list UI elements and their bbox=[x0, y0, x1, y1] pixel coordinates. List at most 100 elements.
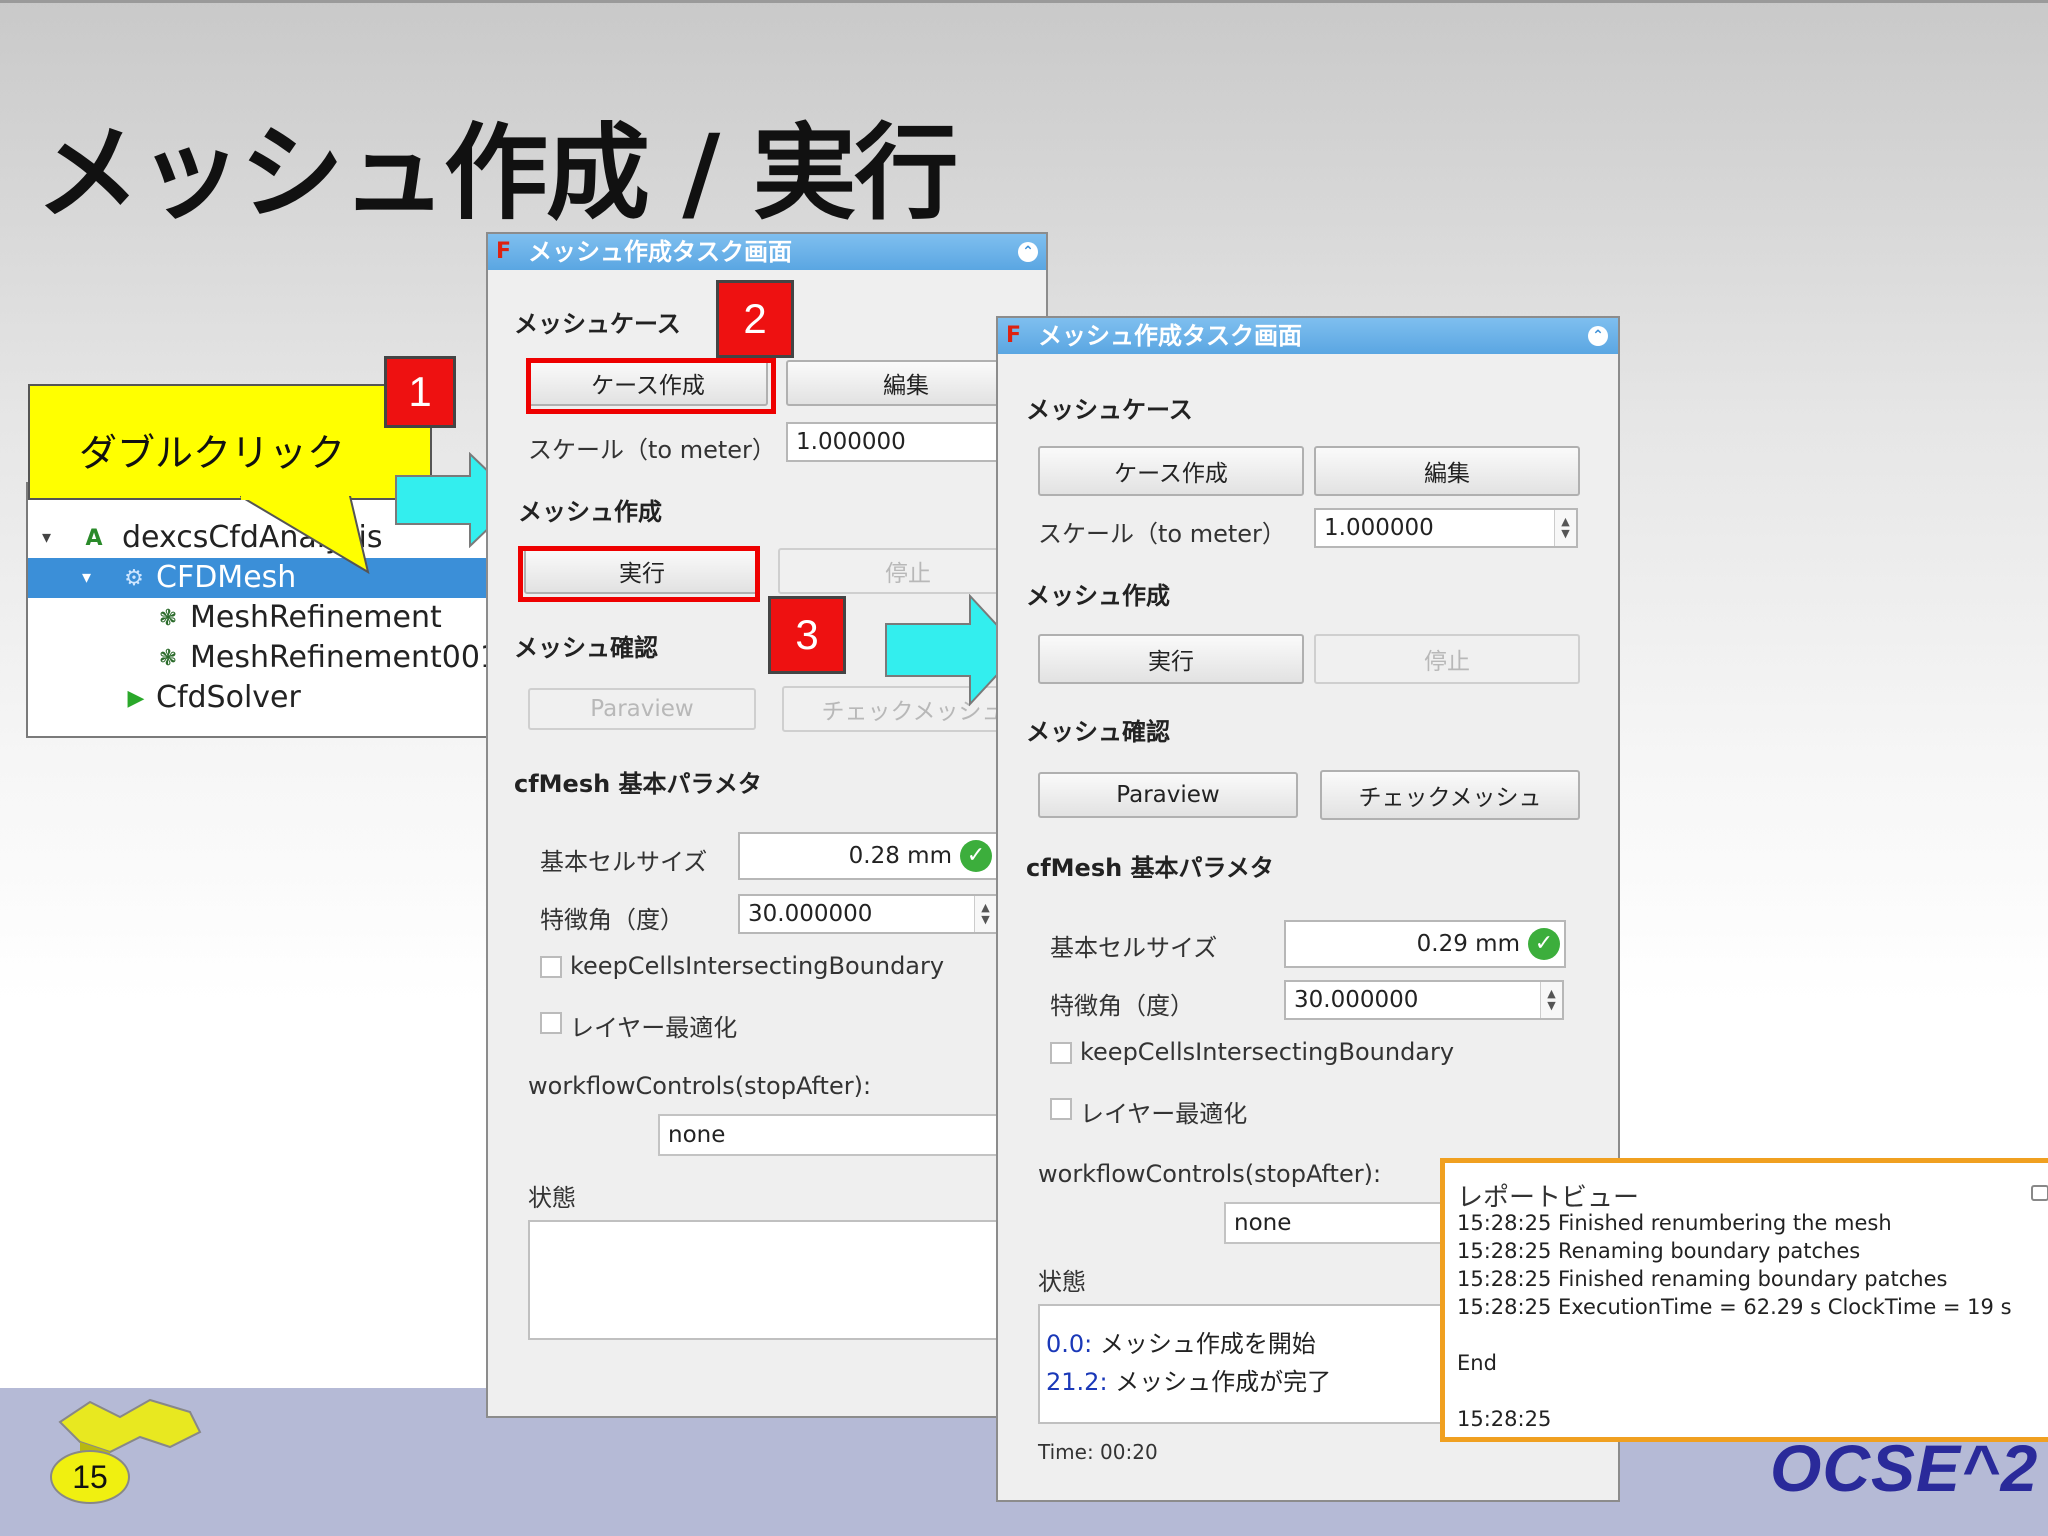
layer-opt-label: レイヤー最適化 bbox=[570, 1014, 738, 1042]
elapsed-time: Time: 00:20 bbox=[1038, 1440, 1158, 1464]
layer-opt-checkbox[interactable] bbox=[1050, 1098, 1072, 1120]
scale-input[interactable]: 1.000000 ▲▼ bbox=[1314, 508, 1578, 548]
workflow-select[interactable]: none ▼ bbox=[658, 1114, 1046, 1156]
edit-button[interactable]: 編集 bbox=[1314, 446, 1580, 496]
report-line: 15:28:25 Finished renumbering the mesh bbox=[1457, 1211, 1892, 1235]
workflow-label: workflowControls(stopAfter): bbox=[1038, 1160, 1382, 1188]
report-line: 15:28:25 bbox=[1457, 1407, 1552, 1431]
page-number: 15 bbox=[50, 1450, 130, 1504]
collapse-icon[interactable]: ⌃ bbox=[1588, 326, 1608, 346]
report-view: レポートビュー 15:28:25 Finished renumbering th… bbox=[1440, 1158, 2048, 1442]
section-mesh-create: メッシュ作成 bbox=[518, 498, 662, 526]
status-label: 状態 bbox=[1038, 1268, 1086, 1296]
paraview-button[interactable]: Paraview bbox=[528, 688, 756, 730]
highlight-run bbox=[518, 546, 760, 602]
status-time: 0.0: bbox=[1046, 1330, 1093, 1358]
panel-title-bar: F メッシュ作成タスク画面 ⌃ bbox=[998, 318, 1618, 354]
spin-arrows-icon[interactable]: ▲▼ bbox=[974, 896, 996, 932]
step-marker-3: 3 bbox=[768, 596, 846, 674]
run-button[interactable]: 実行 bbox=[1038, 634, 1304, 684]
freecad-icon: F bbox=[496, 239, 512, 264]
create-case-button[interactable]: ケース作成 bbox=[1038, 446, 1304, 496]
section-mesh-case: メッシュケース bbox=[514, 310, 681, 338]
edit-button[interactable]: 編集 bbox=[786, 360, 1026, 406]
refinement-icon: ❃ bbox=[158, 645, 178, 671]
status-time: 21.2: bbox=[1046, 1368, 1108, 1396]
paraview-button[interactable]: Paraview bbox=[1038, 772, 1298, 818]
tree-item-refinement[interactable]: ❃ MeshRefinement bbox=[28, 598, 494, 638]
panel-title: メッシュ作成タスク画面 bbox=[528, 238, 792, 266]
step-marker-2: 2 bbox=[716, 280, 794, 358]
analysis-icon: A bbox=[85, 525, 103, 551]
cell-size-label: 基本セルサイズ bbox=[540, 848, 708, 876]
report-line: End bbox=[1457, 1351, 1497, 1375]
keep-cells-checkbox[interactable] bbox=[1050, 1042, 1072, 1064]
tree-item-label: MeshRefinement bbox=[190, 600, 442, 635]
spin-arrows-icon[interactable]: ▲▼ bbox=[1554, 510, 1576, 546]
status-log bbox=[528, 1220, 1046, 1340]
cell-size-value: 0.29 mm bbox=[1416, 931, 1520, 957]
cell-size-label: 基本セルサイズ bbox=[1050, 934, 1218, 962]
section-params: cfMesh 基本パラメタ bbox=[1026, 854, 1274, 882]
angle-value: 30.000000 bbox=[748, 901, 873, 927]
section-mesh-check: メッシュ確認 bbox=[514, 634, 658, 662]
section-params: cfMesh 基本パラメタ bbox=[514, 770, 762, 798]
collapse-icon[interactable]: ⌃ bbox=[1018, 242, 1038, 262]
layer-opt-checkbox[interactable] bbox=[540, 1012, 562, 1034]
freecad-icon: F bbox=[1006, 323, 1022, 348]
tree-item-label: MeshRefinement001 bbox=[190, 640, 496, 675]
status-text: メッシュ作成を開始 bbox=[1099, 1330, 1316, 1358]
double-click-callout: ダブルクリック bbox=[28, 384, 432, 500]
status-text: メッシュ作成が完了 bbox=[1115, 1368, 1332, 1396]
tree-item-solver[interactable]: ▶ CfdSolver bbox=[28, 678, 494, 718]
workflow-label: workflowControls(stopAfter): bbox=[528, 1072, 872, 1100]
cell-size-value: 0.28 mm bbox=[848, 843, 952, 869]
report-line: 15:28:25 ExecutionTime = 62.29 s ClockTi… bbox=[1457, 1295, 2012, 1319]
scale-label: スケール（to meter） bbox=[528, 436, 776, 464]
expand-arrow-icon[interactable]: ▾ bbox=[82, 567, 91, 588]
panel-title-bar: F メッシュ作成タスク画面 ⌃ bbox=[488, 234, 1046, 270]
scale-value: 1.000000 bbox=[1324, 515, 1434, 541]
callout-pointer bbox=[240, 496, 370, 575]
angle-value: 30.000000 bbox=[1294, 987, 1419, 1013]
keep-cells-checkbox[interactable] bbox=[540, 956, 562, 978]
status-label: 状態 bbox=[528, 1184, 576, 1212]
workflow-value: none bbox=[668, 1122, 726, 1148]
report-view-title: レポートビュー bbox=[1457, 1183, 1640, 1213]
valid-check-icon: ✓ bbox=[1528, 928, 1560, 960]
panel-title: メッシュ作成タスク画面 bbox=[1038, 322, 1302, 350]
section-mesh-case: メッシュケース bbox=[1026, 396, 1193, 424]
section-mesh-create: メッシュ作成 bbox=[1026, 582, 1170, 610]
refinement-icon: ❃ bbox=[158, 605, 178, 631]
valid-check-icon: ✓ bbox=[960, 840, 992, 872]
slide-title: メッシュ作成 / 実行 bbox=[36, 112, 958, 234]
angle-label: 特徴角（度） bbox=[540, 906, 684, 934]
cell-size-input[interactable]: 0.28 mm ✓ bbox=[738, 832, 998, 880]
layer-opt-label: レイヤー最適化 bbox=[1080, 1100, 1248, 1128]
spin-arrows-icon[interactable]: ▲▼ bbox=[1540, 982, 1562, 1018]
check-mesh-button[interactable]: チェックメッシュ bbox=[1320, 770, 1580, 820]
step-marker-1: 1 bbox=[384, 356, 456, 428]
stop-button[interactable]: 停止 bbox=[1314, 634, 1580, 684]
scale-value: 1.000000 bbox=[796, 429, 906, 455]
cell-size-input[interactable]: 0.29 mm ✓ bbox=[1284, 920, 1566, 968]
angle-label: 特徴角（度） bbox=[1050, 992, 1194, 1020]
report-line: 15:28:25 Renaming boundary patches bbox=[1457, 1239, 1861, 1263]
status-line: 21.2: メッシュ作成が完了 bbox=[1046, 1362, 1331, 1397]
status-line: 0.0: メッシュ作成を開始 bbox=[1046, 1324, 1316, 1359]
mesh-icon: ⚙ bbox=[124, 565, 144, 591]
ocse-logo-text: OCSE^2 bbox=[1770, 1431, 2039, 1505]
scale-label: スケール（to meter） bbox=[1038, 520, 1286, 548]
play-icon: ▶ bbox=[127, 685, 145, 711]
keep-cells-label: keepCellsIntersectingBoundary bbox=[570, 952, 945, 980]
tree-item-label: CfdSolver bbox=[156, 680, 301, 715]
tree-item-refinement001[interactable]: ❃ MeshRefinement001 bbox=[28, 638, 494, 678]
callout-text: ダブルクリック bbox=[78, 431, 345, 475]
angle-input[interactable]: 30.000000 ▲ ▼ bbox=[738, 894, 998, 934]
highlight-create-case bbox=[526, 358, 776, 414]
undock-icon[interactable] bbox=[2031, 1185, 2048, 1201]
expand-arrow-icon[interactable]: ▾ bbox=[42, 527, 51, 548]
angle-input[interactable]: 30.000000 ▲ ▼ bbox=[1284, 980, 1564, 1020]
workflow-value: none bbox=[1234, 1210, 1292, 1236]
report-line: 15:28:25 Finished renaming boundary patc… bbox=[1457, 1267, 1948, 1291]
